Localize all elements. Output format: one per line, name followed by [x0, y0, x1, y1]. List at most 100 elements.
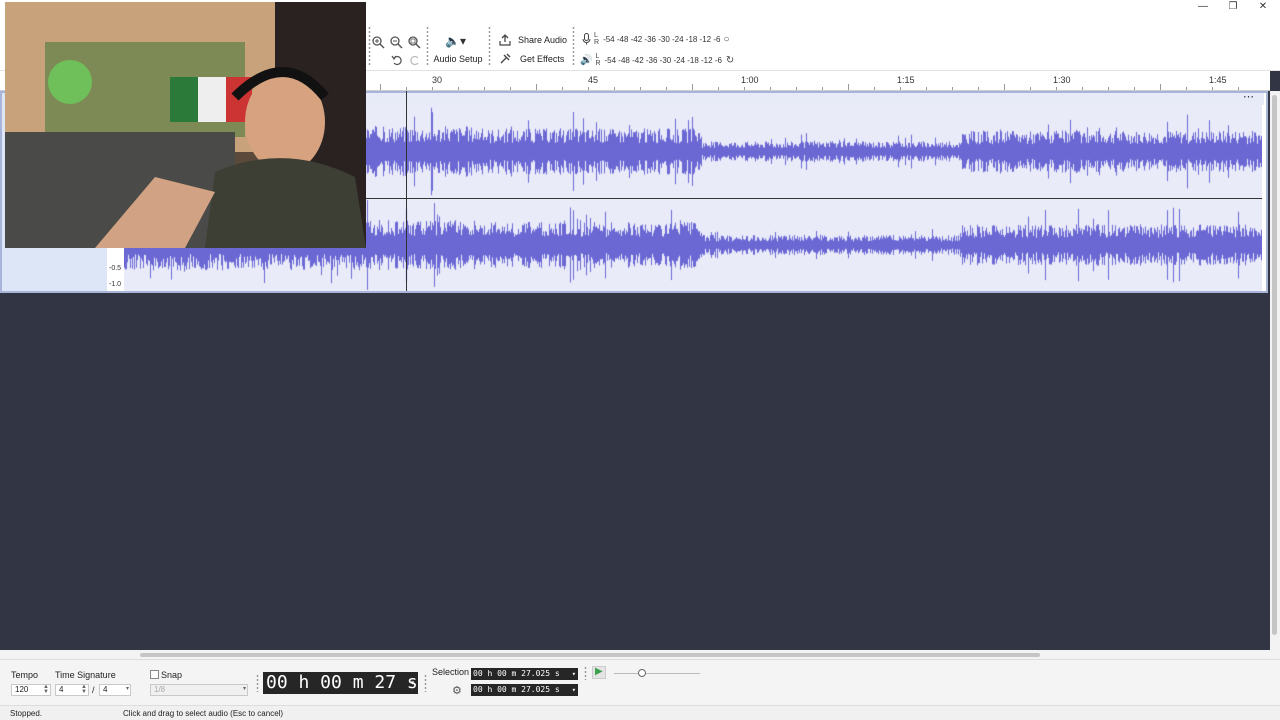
playhead-cursor[interactable]: [406, 91, 407, 291]
snap-select[interactable]: 1/8 ▾: [150, 684, 248, 696]
gear-icon[interactable]: ⚙: [452, 684, 462, 697]
close-icon[interactable]: ✕: [1248, 0, 1278, 14]
toolbar-grip[interactable]: [426, 26, 429, 66]
record-meter-channels: L R: [594, 32, 600, 46]
ruler-tick: [874, 87, 875, 90]
zoom-out-icon[interactable]: [388, 34, 404, 50]
ruler-tick: [1082, 87, 1083, 90]
ruler-tick: [848, 84, 849, 90]
ruler-tick: [1004, 84, 1005, 90]
snap-checkbox[interactable]: [150, 670, 159, 679]
ruler-tick: [926, 87, 927, 90]
plug-icon: [500, 53, 511, 64]
ruler-tick: [978, 87, 979, 90]
ruler-tick: [1186, 87, 1187, 90]
snap-label: Snap: [161, 670, 183, 680]
horizontal-scrollbar[interactable]: [0, 650, 1280, 659]
vertical-scrollbar[interactable]: [1270, 91, 1280, 651]
restore-icon[interactable]: ❐: [1218, 0, 1248, 14]
timeline-label: 1:45: [1209, 75, 1227, 85]
tempo-label: Tempo: [11, 670, 39, 680]
ruler-tick: [900, 87, 901, 90]
ruler-tick: [1056, 87, 1057, 90]
get-effects-button[interactable]: Get Effects: [498, 51, 564, 67]
ruler-tick: [640, 87, 641, 90]
vertical-scroll-thumb[interactable]: [1272, 95, 1277, 635]
share-audio-label: Share Audio: [518, 35, 568, 45]
audio-setup-label: Audio Setup: [433, 54, 483, 64]
ruler-tick: [692, 84, 693, 90]
ruler-tick: [1160, 84, 1161, 90]
record-meter[interactable]: L R -54 -48 -42 -36 -30 -24 -18 -12 -6 ○: [582, 32, 730, 46]
playback-meter[interactable]: 🔊 L R -54 -48 -42 -36 -30 -24 -18 -12 -6…: [580, 53, 734, 67]
microphone-icon: [582, 33, 591, 45]
bottom-toolbar: Tempo 120 ▲ ▼ Time Signature 4 ▲ ▼ / 4 ▾ Snap…: [0, 659, 1280, 705]
playback-meter-scale: -54 -48 -42 -36 -30 -24 -18 -12 -6: [604, 55, 722, 65]
scale-label: -1.0: [109, 281, 122, 288]
ruler-tick: [432, 87, 433, 90]
time-display[interactable]: 00 h 00 m 27 s ▾: [263, 672, 418, 694]
minimize-icon[interactable]: —: [1188, 0, 1218, 14]
ruler-tick: [952, 87, 953, 90]
ruler-tick: [458, 87, 459, 90]
status-text: Stopped.: [10, 709, 43, 718]
timeline-label: 1:30: [1053, 75, 1071, 85]
zoom-in-icon[interactable]: [370, 34, 386, 50]
ruler-tick: [744, 87, 745, 90]
horizontal-scroll-thumb[interactable]: [140, 653, 1040, 657]
clip-menu-icon[interactable]: ⋯: [1243, 90, 1254, 103]
status-hint: Click and drag to select audio (Esc to c…: [123, 709, 284, 718]
ruler-tick: [1134, 87, 1135, 90]
tempo-input[interactable]: 120 ▲ ▼: [11, 684, 51, 696]
ruler-tick: [406, 87, 407, 90]
ruler-tick: [822, 87, 823, 90]
speaker-icon: 🔈▾: [445, 34, 466, 48]
playback-meter-settings-icon[interactable]: ↻: [726, 55, 734, 66]
clip-title-bar[interactable]: ⋯: [366, 90, 1264, 105]
playback-speed-slider[interactable]: [614, 673, 700, 674]
undo-icon[interactable]: [389, 52, 405, 68]
ruler-tick: [588, 87, 589, 90]
record-meter-scale: -54 -48 -42 -36 -30 -24 -18 -12 -6: [603, 34, 721, 44]
ruler-tick: [1212, 87, 1213, 90]
timeline-label: 1:00: [741, 75, 759, 85]
share-icon: [499, 34, 511, 46]
ruler-tick: [666, 87, 667, 90]
toolbar-grip[interactable]: [424, 674, 427, 692]
share-audio-button[interactable]: Share Audio: [498, 32, 567, 48]
scale-label: -0.5: [109, 265, 122, 272]
redo-icon[interactable]: [407, 52, 423, 68]
ruler-tick: [510, 87, 511, 90]
selection-end-field[interactable]: 00 h 00 m 27.025 s ▾: [471, 684, 578, 696]
time-signature-separator: /: [92, 685, 95, 695]
ruler-tick: [796, 87, 797, 90]
audio-setup-button[interactable]: 🔈▾ Audio Setup: [433, 32, 483, 68]
selection-label: Selection: [432, 667, 470, 677]
ruler-tick: [536, 84, 537, 90]
selection-start-field[interactable]: 00 h 00 m 27.025 s ▾: [471, 668, 578, 680]
time-signature-label: Time Signature: [55, 670, 116, 680]
play-at-speed-button[interactable]: ▶: [592, 666, 606, 679]
ruler-tick: [380, 84, 381, 90]
toolbar-grip[interactable]: [584, 666, 587, 680]
timeline-label: 30: [432, 75, 443, 85]
playback-meter-channels: L R: [595, 53, 601, 67]
toolbar-grip[interactable]: [572, 26, 575, 66]
webcam-overlay: [5, 2, 366, 248]
time-signature-denominator[interactable]: 4 ▾: [99, 684, 131, 696]
get-effects-label: Get Effects: [520, 54, 565, 64]
ruler-tick: [718, 87, 719, 90]
zoom-fit-icon[interactable]: [406, 34, 422, 50]
timeline-label: 45: [588, 75, 599, 85]
ruler-tick: [614, 87, 615, 90]
ruler-tick: [770, 87, 771, 90]
toolbar-grip[interactable]: [256, 674, 259, 692]
time-signature-numerator[interactable]: 4 ▲ ▼: [55, 684, 89, 696]
playback-speed-thumb[interactable]: [638, 669, 646, 677]
ruler-tick: [562, 87, 563, 90]
play-icon: ▶: [595, 666, 603, 677]
speaker-meter-icon: 🔊: [580, 54, 593, 66]
timeline-label: 1:15: [897, 75, 915, 85]
toolbar-grip[interactable]: [488, 26, 491, 66]
record-meter-settings-icon[interactable]: ○: [723, 34, 729, 45]
